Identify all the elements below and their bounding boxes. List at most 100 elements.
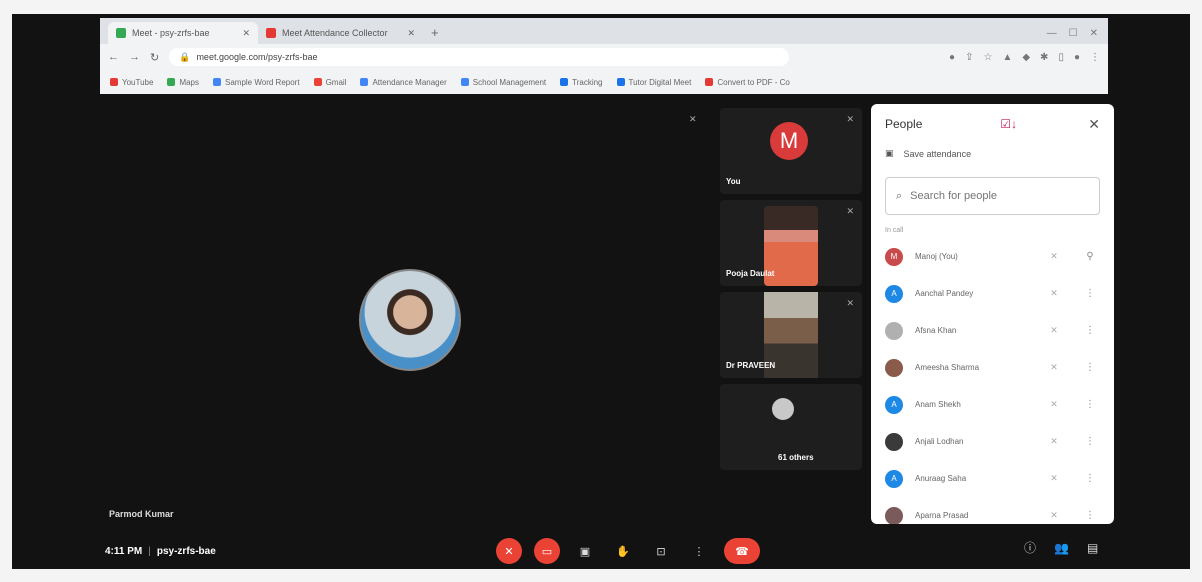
thumbnail-label: 61 others: [778, 453, 814, 462]
info-icon[interactable]: ⓘ: [1024, 539, 1036, 556]
main-speaker-avatar: [359, 269, 461, 371]
close-window-icon[interactable]: ✕: [1090, 28, 1098, 39]
address-bar[interactable]: 🔒 meet.google.com/psy-zrfs-bae: [169, 48, 790, 66]
thumbnail-participant[interactable]: ✕ Pooja Daulat: [720, 200, 862, 286]
participant-row[interactable]: A Aanchal Pandey ✕ ⋮: [871, 275, 1114, 312]
participant-row[interactable]: Aparna Prasad ✕ ⋮: [871, 497, 1114, 524]
mic-off-icon: ✕: [1050, 325, 1058, 335]
search-box[interactable]: ⌕: [885, 177, 1100, 215]
mic-off-icon: ✕: [689, 114, 697, 124]
chat-icon[interactable]: ▤: [1087, 541, 1098, 555]
bookmark-item[interactable]: YouTube: [110, 78, 153, 87]
browser-window: Meet - psy-zrfs-bae ✕ Meet Attendance Co…: [100, 18, 1108, 94]
sidebar-icon[interactable]: ▯: [1058, 52, 1064, 63]
bookmark-item[interactable]: Tutor Digital Meet: [616, 78, 691, 87]
participant-name: Manoj (You): [915, 252, 958, 261]
section-label: In call: [885, 227, 904, 234]
present-icon[interactable]: ⊡: [648, 538, 674, 564]
more-options-icon[interactable]: ⋮: [1080, 362, 1100, 373]
raise-hand-icon[interactable]: ✋: [610, 538, 636, 564]
people-panel: People ☑↓ ✕ ▣ Save attendance ⌕ In call …: [871, 104, 1114, 524]
captions-icon[interactable]: ▣: [572, 538, 598, 564]
profile-icon[interactable]: ●: [1074, 52, 1080, 63]
minimize-icon[interactable]: —: [1047, 28, 1057, 39]
mic-off-icon[interactable]: ✕: [496, 538, 522, 564]
more-options-icon[interactable]: ⋮: [1080, 436, 1100, 447]
participant-row[interactable]: A Anuraag Saha ✕ ⋮: [871, 460, 1114, 497]
participant-row[interactable]: Afsna Khan ✕ ⋮: [871, 312, 1114, 349]
attendance-icon[interactable]: ☑↓: [1000, 117, 1017, 131]
end-call-icon[interactable]: ☎: [724, 538, 760, 564]
more-options-icon[interactable]: ⋮: [1080, 325, 1100, 336]
meeting-code: psy-zrfs-bae: [156, 546, 216, 557]
close-icon[interactable]: ✕: [1088, 116, 1100, 133]
lock-icon: 🔒: [179, 51, 191, 62]
more-options-icon[interactable]: ⋮: [686, 538, 712, 564]
camera-icon[interactable]: ●: [949, 52, 955, 63]
puzzle-icon[interactable]: ✱: [1040, 52, 1048, 63]
tab-label: Meet - psy-zrfs-bae: [132, 28, 210, 38]
participant-row[interactable]: A Anam Shekh ✕ ⋮: [871, 386, 1114, 423]
mic-off-icon: ✕: [1050, 473, 1058, 483]
bookmark-item[interactable]: Maps: [167, 78, 199, 87]
meeting-time: 4:11 PM: [105, 546, 143, 557]
more-options-icon[interactable]: ⋮: [1080, 473, 1100, 484]
more-options-icon[interactable]: ⋮: [1080, 510, 1100, 521]
share-icon[interactable]: ⇪: [965, 52, 973, 63]
bookmark-item[interactable]: Tracking: [560, 78, 603, 87]
participant-name: Ameesha Sharma: [915, 363, 980, 372]
thumbnail-others[interactable]: 61 others: [720, 384, 862, 470]
participant-name: Afsna Khan: [915, 326, 957, 335]
bookmark-item[interactable]: Gmail: [313, 78, 346, 87]
extension-icon[interactable]: ▲: [1002, 52, 1012, 63]
avatar: A: [885, 395, 903, 414]
back-icon[interactable]: ←: [108, 51, 119, 63]
extension-icon[interactable]: ◆: [1022, 52, 1030, 63]
avatar: [885, 432, 903, 451]
pin-icon[interactable]: ⚲: [1080, 251, 1100, 262]
bookmark-item[interactable]: Attendance Manager: [360, 78, 447, 87]
main-speaker-name: Parmod Kumar: [109, 509, 174, 519]
participant-name: Anam Shekh: [915, 400, 961, 409]
avatar: A: [885, 284, 903, 303]
reload-icon[interactable]: ↻: [150, 51, 159, 64]
tab-meet[interactable]: Meet - psy-zrfs-bae ✕: [108, 22, 258, 44]
people-icon[interactable]: 👥: [1054, 541, 1069, 555]
save-attendance-label: Save attendance: [903, 148, 972, 159]
participant-row[interactable]: Ameesha Sharma ✕ ⋮: [871, 349, 1114, 386]
meeting-details[interactable]: 4:11 PM | psy-zrfs-bae: [105, 546, 216, 557]
more-options-icon[interactable]: ⋮: [1080, 399, 1100, 410]
close-tab-icon[interactable]: ✕: [407, 28, 415, 39]
search-icon: ⌕: [896, 189, 903, 202]
maximize-icon[interactable]: ☐: [1069, 28, 1078, 39]
bookmark-item[interactable]: School Management: [460, 78, 546, 87]
participant-name: Anjali Lodhan: [915, 437, 964, 446]
side-controls: ⓘ 👥 ▤: [1024, 539, 1098, 556]
participant-row[interactable]: Anjali Lodhan ✕ ⋮: [871, 423, 1114, 460]
more-options-icon[interactable]: ⋮: [1080, 288, 1100, 299]
participant-name: Anuraag Saha: [915, 474, 967, 483]
mic-off-icon: ✕: [1050, 288, 1058, 298]
star-icon[interactable]: ☆: [983, 52, 992, 63]
new-tab-icon[interactable]: +: [423, 22, 447, 44]
thumbnail-label: Pooja Daulat: [726, 269, 775, 278]
thumbnail-participant[interactable]: ✕ Dr PRAVEEN: [720, 292, 862, 378]
tab-attendance[interactable]: Meet Attendance Collector ✕: [258, 22, 423, 44]
tab-strip: Meet - psy-zrfs-bae ✕ Meet Attendance Co…: [100, 18, 1108, 44]
meet-favicon-icon: [116, 28, 126, 38]
participant-name: Aparna Prasad: [915, 511, 969, 520]
forward-icon[interactable]: →: [129, 51, 140, 63]
mic-off-icon: ✕: [846, 206, 854, 216]
thumbnail-you[interactable]: M ✕ You: [720, 108, 862, 194]
thumbnail-label: You: [726, 177, 741, 186]
bookmark-item[interactable]: Convert to PDF - Co: [705, 78, 790, 87]
close-tab-icon[interactable]: ✕: [242, 28, 250, 39]
bookmark-item[interactable]: Sample Word Report: [213, 78, 300, 87]
participant-row[interactable]: M Manoj (You) ✕ ⚲: [871, 238, 1114, 275]
meet-screen: Meet - psy-zrfs-bae ✕ Meet Attendance Co…: [12, 14, 1190, 569]
camera-off-icon[interactable]: ▭: [534, 538, 560, 564]
search-input[interactable]: [910, 190, 1071, 202]
menu-icon[interactable]: ⋮: [1090, 52, 1100, 63]
mic-off-icon: ✕: [1050, 362, 1058, 372]
save-attendance-button[interactable]: ▣ Save attendance: [871, 144, 1114, 163]
